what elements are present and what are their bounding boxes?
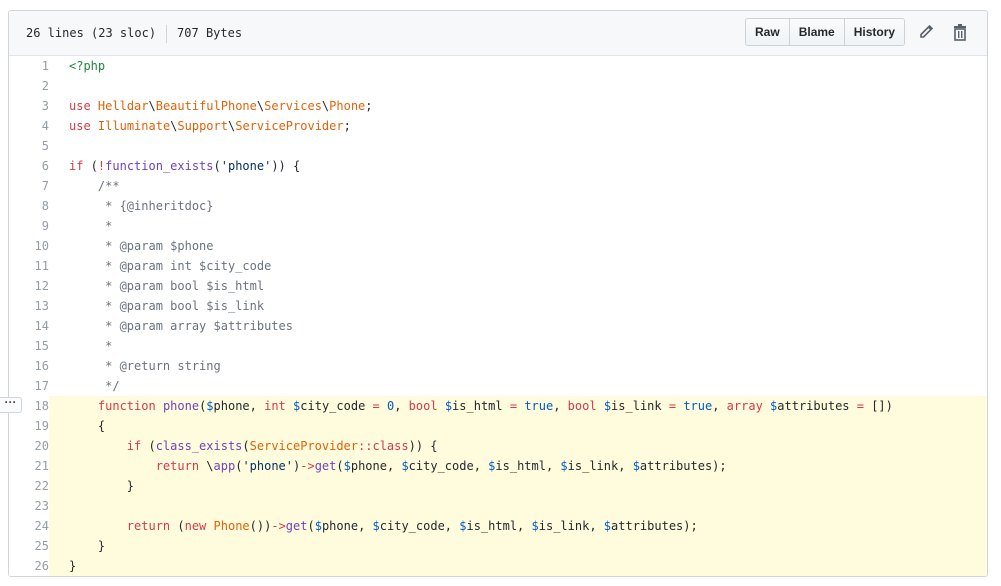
line-number[interactable]: 5 <box>9 136 49 156</box>
line-number[interactable]: 21 <box>9 456 49 476</box>
code-line: 10 * @param $phone <box>9 236 987 256</box>
code-line: 4 use Illuminate\Support\ServiceProvider; <box>9 116 987 136</box>
code-line: 11 * @param int $city_code <box>9 256 987 276</box>
code-text: * @param int $city_code <box>69 259 272 273</box>
code-line: 12 * @param bool $is_html <box>9 276 987 296</box>
file-box: 26 lines (23 sloc) 707 Bytes Raw Blame Hi… <box>8 10 988 577</box>
code-line-highlighted: 21 return \app('phone')->get($phone, $ci… <box>9 456 987 476</box>
code-line-highlighted: 26} <box>9 556 987 576</box>
code-text: function phone($phone, int $city_code = … <box>97 399 893 413</box>
line-number[interactable]: 26 <box>9 556 49 576</box>
line-number[interactable]: 22 <box>9 476 49 496</box>
file-size: 707 Bytes <box>177 26 243 40</box>
code-text: * {@inheritdoc} <box>69 199 214 213</box>
line-number[interactable]: 9 <box>9 216 49 236</box>
line-number[interactable]: 19 <box>9 416 49 436</box>
pencil-icon[interactable] <box>919 23 937 43</box>
line-number[interactable]: 25 <box>9 536 49 556</box>
code-line-highlighted: 18 function phone($phone, int $city_code… <box>9 396 987 416</box>
trash-icon[interactable] <box>952 23 970 43</box>
code-text: if (class_exists(ServiceProvider::class)… <box>126 439 438 453</box>
code-line: 16 * @return string <box>9 356 987 376</box>
line-number[interactable]: 23 <box>9 496 49 516</box>
line-number[interactable]: 8 <box>9 196 49 216</box>
line-number[interactable]: 10 <box>9 236 49 256</box>
code-text: use Illuminate\Support\ServiceProvider; <box>69 119 351 133</box>
line-number[interactable]: 24 <box>9 516 49 536</box>
code-line-highlighted: 22 } <box>9 476 987 496</box>
code-text: * <box>69 219 113 233</box>
code-text: } <box>69 559 77 573</box>
code-text: * @param bool $is_link <box>69 299 265 313</box>
line-number[interactable]: 7 <box>9 176 49 196</box>
code-line: 14 * @param array $attributes <box>9 316 987 336</box>
code-text: <?php <box>69 59 106 73</box>
code-text: */ <box>69 379 120 393</box>
line-number[interactable]: 12 <box>9 276 49 296</box>
code-line: 6 if (!function_exists('phone')) { <box>9 156 987 176</box>
code-line-highlighted: 25 } <box>9 536 987 556</box>
line-number[interactable]: 6 <box>9 156 49 176</box>
code-line: 13 * @param bool $is_link <box>9 296 987 316</box>
divider <box>166 24 168 43</box>
line-number[interactable]: 2 <box>9 76 49 96</box>
code-text: } <box>69 539 106 553</box>
code-line-highlighted: 19 { <box>9 416 987 436</box>
code-line: 1 <?php <box>9 56 987 76</box>
code-line: 7 /** <box>9 176 987 196</box>
line-number[interactable]: 13 <box>9 296 49 316</box>
ellipsis-icon[interactable]: ··· <box>0 396 22 413</box>
code-text: * @param $phone <box>69 239 214 253</box>
code-line: 2 <box>9 76 987 96</box>
line-number[interactable]: 3 <box>9 96 49 116</box>
code-text: } <box>69 479 135 493</box>
blame-button[interactable]: Blame <box>789 19 845 45</box>
code-line: 17 */ <box>9 376 987 396</box>
code-text: { <box>69 419 106 433</box>
code-text: * @param bool $is_html <box>69 279 265 293</box>
file-info: 26 lines (23 sloc) 707 Bytes <box>26 11 242 55</box>
code-text: if (!function_exists('phone')) { <box>69 159 301 173</box>
line-number[interactable]: 20 <box>9 436 49 456</box>
history-button[interactable]: History <box>844 19 905 45</box>
raw-button[interactable]: Raw <box>746 19 790 45</box>
code-line-highlighted: 23 <box>9 496 987 516</box>
code-line: 9 * <box>9 216 987 236</box>
code-line-highlighted: 24 return (new Phone())->get($phone, $ci… <box>9 516 987 536</box>
code-view: 1 <?php 2 3 use Helldar\BeautifulPhone\Ser… <box>9 56 987 576</box>
code-text: use Helldar\BeautifulPhone\Services\Phon… <box>69 99 373 113</box>
code-text: return (new Phone())->get($phone, $city_… <box>126 519 698 533</box>
line-number[interactable]: 14 <box>9 316 49 336</box>
code-line: 3 use Helldar\BeautifulPhone\Services\Pho… <box>9 96 987 116</box>
code-line: 15 * <box>9 336 987 356</box>
code-text: /** <box>69 179 120 193</box>
code-text: * <box>69 339 113 353</box>
code-line: 8 * {@inheritdoc} <box>9 196 987 216</box>
file-header: 26 lines (23 sloc) 707 Bytes Raw Blame Hi… <box>9 11 987 56</box>
line-number[interactable]: 11 <box>9 256 49 276</box>
code-line: 5 <box>9 136 987 156</box>
code-line-highlighted: 20 if (class_exists(ServiceProvider::cla… <box>9 436 987 456</box>
code-text: * @return string <box>69 359 221 373</box>
code-text: return \app('phone')->get($phone, $city_… <box>155 459 727 473</box>
line-count: 26 lines (23 sloc) <box>26 26 157 40</box>
line-number[interactable]: 15 <box>9 336 49 356</box>
line-number[interactable]: 17 <box>9 376 49 396</box>
code-text: * @param array $attributes <box>69 319 293 333</box>
line-number[interactable]: 4 <box>9 116 49 136</box>
line-number[interactable]: 16 <box>9 356 49 376</box>
file-actions-group: Raw Blame History <box>745 18 906 46</box>
line-number[interactable]: 1 <box>9 56 49 76</box>
